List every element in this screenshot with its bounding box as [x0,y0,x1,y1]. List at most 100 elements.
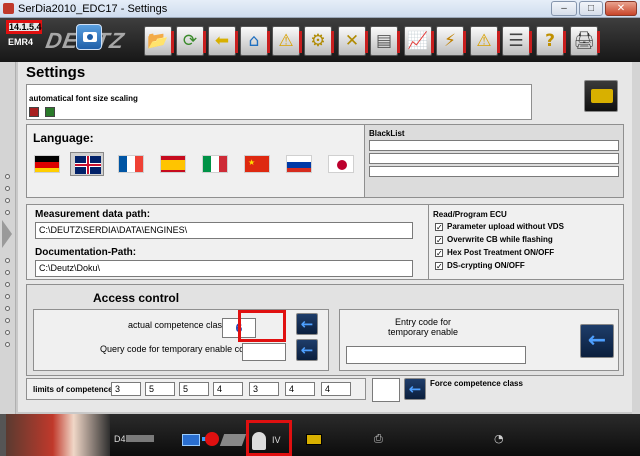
graph-button[interactable]: 📈 [404,26,434,56]
font-scaling-on-button[interactable] [45,107,55,117]
limit-input-4[interactable]: 4 [213,382,243,396]
rail-dot [5,186,10,191]
controls-icon: ☰ [508,31,524,51]
controls-button[interactable]: ☰ [502,26,532,56]
d4-label: D4 [114,434,126,444]
parameters-icon: ▤ [375,31,393,51]
print-button[interactable]: 🖨 [570,26,600,56]
refresh-button[interactable]: ⟳ [176,26,206,56]
highlight-frame-competence [238,310,286,342]
arrow-left-icon: ← [300,341,314,359]
rail-dot [5,270,10,275]
limit-input-2[interactable]: 5 [145,382,175,396]
access-control-panel: Access control actual competence class Q… [26,284,624,376]
flash-button[interactable]: ⚡ [436,26,466,56]
flag-italian[interactable] [202,155,228,173]
flag-russian[interactable] [286,155,312,173]
limits-panel: limits of competence 3 5 5 4 3 4 4 [26,378,366,400]
printer-icon[interactable]: ⎙ [374,432,383,446]
rail-dot [5,258,10,263]
query-code-label: Query code for temporary enable code: [100,344,257,354]
blacklist-entry-2[interactable] [369,153,619,164]
arrow-left-icon: ← [408,380,422,398]
option-checkbox-overwrite[interactable]: ✓ [435,236,443,245]
flag-english-selected[interactable] [70,152,104,176]
network-button[interactable]: ⚙ [304,26,334,56]
option-label-overwrite: Overwrite CB while flashing [447,235,553,244]
blacklist-entry-3[interactable] [369,166,619,177]
query-code-apply-button[interactable]: ← [296,339,318,361]
language-label: Language: [33,131,94,145]
warning-button[interactable]: ⚠ [272,26,302,56]
gauge-icon: ◔ [494,432,504,445]
version-badge: 14.1.5.4 [6,20,42,34]
tools-icon: ✕ [344,31,360,51]
flag-spanish[interactable] [160,155,186,173]
status-light-icon [205,432,219,446]
measurement-path-input[interactable]: C:\DEUTZ\SERDIA\DATA\ENGINES\ [35,222,413,239]
rail-dot [5,198,10,203]
option-checkbox-crypt[interactable]: ✓ [435,262,443,271]
entry-code-subpanel: Entry code for temporary enable ← [339,309,619,371]
rail-expand-arrow[interactable] [2,220,12,248]
settings-panel: Settings automatical font size scaling L… [18,62,632,412]
entry-code-input[interactable] [346,346,526,364]
home-button[interactable]: ⌂ [240,26,270,56]
left-rail [0,62,16,414]
entry-code-apply-button[interactable]: ← [580,324,614,358]
close-button[interactable]: ✕ [605,1,637,16]
help-button[interactable]: ? [536,26,566,56]
option-checkbox-upload[interactable]: ✓ [435,223,443,232]
flag-chinese[interactable]: ★ [244,155,270,173]
back-button[interactable]: ⬅ [208,26,238,56]
d4-progress-bar [126,435,154,442]
open-folder-button[interactable]: 📂 [144,26,174,56]
print-icon: 🖨 [573,31,595,51]
warning-icon: ⚠ [278,31,294,51]
read-program-ecu-panel: Read/Program ECU ✓ Parameter upload with… [428,204,624,280]
option-checkbox-hex[interactable]: ✓ [435,249,443,258]
blacklist-label: BlackList [369,129,405,138]
rail-dot [5,294,10,299]
measurement-path-label: Measurement data path: [35,209,151,220]
read-program-ecu-label: Read/Program ECU [433,210,507,219]
limit-input-3[interactable]: 5 [179,382,209,396]
force-competence-input[interactable] [372,378,400,402]
limit-input-5[interactable]: 3 [249,382,279,396]
parameters-button[interactable]: ▤ [370,26,400,56]
documentation-path-input[interactable]: C:\Deutz\Doku\ [35,260,413,277]
query-code-input[interactable] [242,343,286,361]
font-scaling-label: automatical font size scaling [29,94,138,103]
refresh-icon: ⟳ [182,31,198,51]
fault-button[interactable]: ⚠ [470,26,500,56]
flag-french[interactable] [118,155,144,173]
option-label-crypt: DS-crypting ON/OFF [447,261,525,270]
limit-input-7[interactable]: 4 [321,382,351,396]
arrow-left-icon: ← [300,315,314,333]
camera-button[interactable] [76,24,102,50]
maximize-button[interactable]: □ [579,1,603,16]
font-scaling-off-button[interactable] [29,107,39,117]
device-icon [219,434,247,446]
blacklist-entry-1[interactable] [369,140,619,151]
option-label-upload: Parameter upload without VDS [447,222,564,231]
monitor-icon[interactable] [182,434,200,446]
rail-dot [5,342,10,347]
flag-german[interactable] [34,155,60,173]
network-icon: ⚙ [310,31,326,51]
arrow-left-icon: ← [587,328,607,353]
rail-dot [5,306,10,311]
tools-button[interactable]: ✕ [338,26,368,56]
folder-icon: 📂 [147,31,169,51]
limit-input-6[interactable]: 4 [285,382,315,396]
export-settings-button[interactable] [584,80,618,112]
force-competence-button[interactable]: ← [404,378,426,400]
competence-apply-button[interactable]: ← [296,313,318,335]
folder-export-icon [591,89,613,103]
toolbar: 14.1.5.4 EMR4 DEUTZ 📂 ⟳ ⬅ ⌂ ⚠ ⚙ ✕ ▤ 📈 ⚡ … [0,18,640,62]
limit-input-1[interactable]: 3 [111,382,141,396]
flag-japanese[interactable] [328,155,354,173]
rail-dot [5,330,10,335]
minimize-button[interactable]: – [551,1,577,16]
emr-label: EMR4 [8,37,34,47]
